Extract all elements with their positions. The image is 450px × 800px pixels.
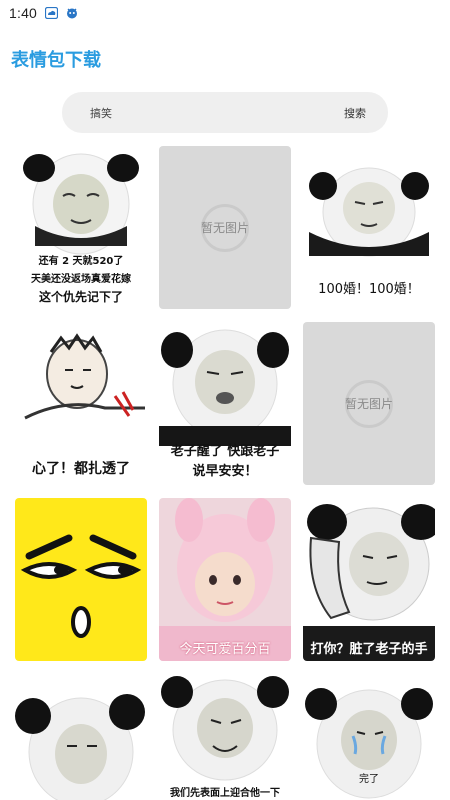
cloud-app-icon <box>44 4 59 23</box>
status-time: 1:40 <box>9 5 38 21</box>
panda-meme-image <box>15 674 147 800</box>
grid-item[interactable]: 老子醒了 快跟老子 说早安安！ <box>159 322 291 485</box>
yellow-face-meme-image <box>15 498 147 661</box>
placeholder-text: 暂无图片 <box>200 221 249 235</box>
meme-caption: 今天可爱百分百 <box>179 642 271 657</box>
placeholder-text: 暂无图片 <box>344 397 393 411</box>
grid-item-placeholder[interactable]: 暂无图片 <box>303 322 435 485</box>
meme-caption: 还有 2 天就520了 <box>38 256 124 267</box>
baby-photo-image <box>159 498 291 661</box>
meme-caption: 老子醒了 快跟老子 <box>170 444 280 459</box>
search-bar: 搜索 <box>62 92 388 133</box>
grid-item[interactable]: 今天可爱百分百 <box>159 498 291 661</box>
panda-meme-image <box>303 498 435 661</box>
meme-caption: 100婚！100婚！ <box>318 282 420 297</box>
grid-item[interactable]: 打你？脏了老子的手 <box>303 498 435 661</box>
meme-caption: 我们先表面上迎合他一下 <box>170 788 280 799</box>
meme-caption: 天美还没返场真爱花嫁 <box>31 274 131 285</box>
search-button[interactable]: 搜索 <box>344 105 366 121</box>
panda-meme-image <box>159 674 291 800</box>
search-input[interactable] <box>90 106 310 119</box>
meme-caption: 心了！都扎透了 <box>32 461 130 477</box>
meme-caption: 完了 <box>359 774 379 785</box>
grid-item[interactable]: 还有 2 天就520了 天美还没返场真爱花嫁 这个仇先记下了 <box>15 146 147 309</box>
shield-app-icon <box>66 4 78 23</box>
grid-item-placeholder[interactable]: 暂无图片 <box>159 146 291 309</box>
grid-item[interactable]: 完了 <box>303 674 435 800</box>
grid-item[interactable]: 心了！都扎透了 <box>15 322 147 485</box>
status-bar: 1:40 <box>0 0 450 26</box>
meme-caption: 说早安安！ <box>192 464 258 479</box>
grid-item[interactable] <box>15 674 147 800</box>
grid-item[interactable]: 100婚！100婚！ <box>303 146 435 309</box>
grid-item[interactable]: 我们先表面上迎合他一下 <box>159 674 291 800</box>
meme-caption: 这个仇先记下了 <box>38 290 123 304</box>
meme-caption: 打你？脏了老子的手 <box>310 642 428 657</box>
grid-item[interactable] <box>15 498 147 661</box>
page-title: 表情包下载 <box>11 50 101 71</box>
